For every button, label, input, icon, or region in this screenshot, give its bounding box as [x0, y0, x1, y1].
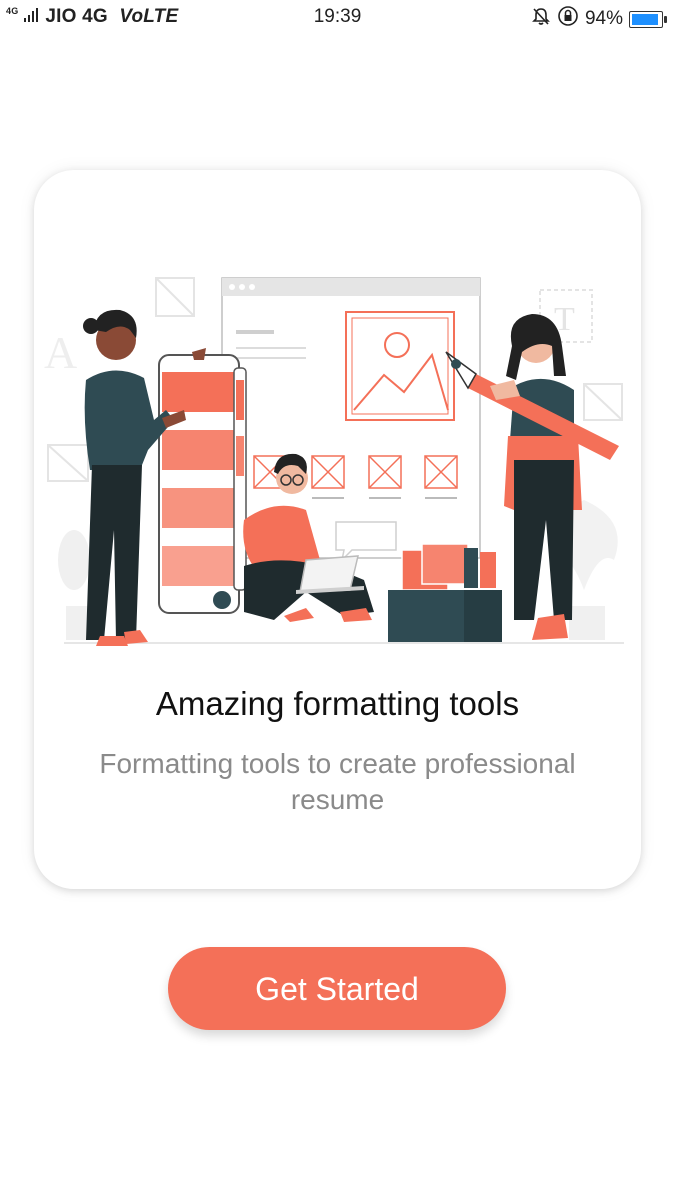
onboarding-title: Amazing formatting tools [155, 685, 520, 722]
status-right: 94% [531, 5, 667, 33]
onboarding-subtitle: Formatting tools to create professional … [99, 748, 576, 815]
battery-icon [629, 10, 667, 28]
svg-text:A: A [44, 327, 77, 378]
rotation-lock-icon [557, 5, 579, 33]
get-started-button[interactable]: Get Started [168, 947, 506, 1030]
onboarding-card: A T Amazing formatting tools Formatting … [34, 170, 641, 889]
people-editing-resume-illustration: A T [44, 277, 624, 646]
battery-percent: 94% [584, 8, 623, 29]
status-bar: 4G JIO 4G VoLTE 19:39 94% [0, 0, 675, 34]
mute-bell-icon [531, 6, 551, 32]
